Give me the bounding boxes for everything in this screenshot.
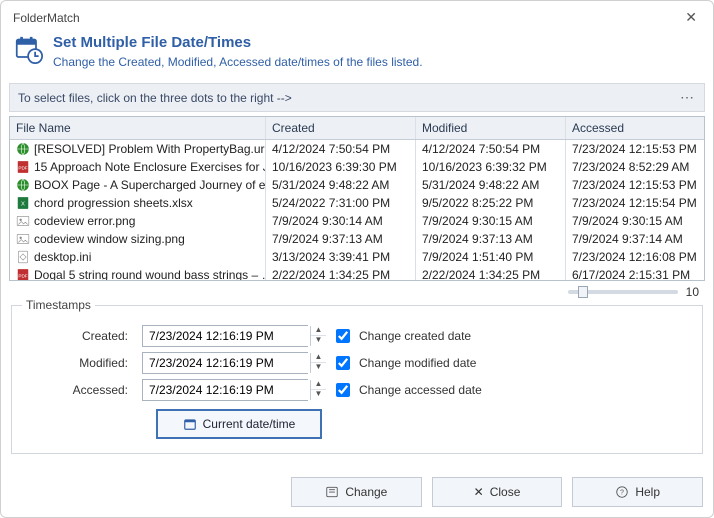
created-input[interactable] xyxy=(143,326,310,346)
svg-text:?: ? xyxy=(620,489,624,496)
edit-icon xyxy=(325,485,339,499)
col-modified[interactable]: Modified xyxy=(416,117,566,139)
grid-header: File Name Created Modified Accessed xyxy=(10,117,704,140)
chk-modified[interactable] xyxy=(336,356,350,370)
file-accessed: 6/17/2024 2:15:31 PM xyxy=(566,266,704,280)
change-label: Change xyxy=(345,485,387,499)
table-row[interactable]: PDF 15 Approach Note Enclosure Exercises … xyxy=(10,158,704,176)
file-name: codeview window sizing.png xyxy=(34,232,185,246)
page-title: Set Multiple File Date/Times xyxy=(53,34,423,51)
svg-text:X: X xyxy=(21,201,25,207)
file-name: codeview error.png xyxy=(34,214,135,228)
pdf-icon: PDF xyxy=(16,160,30,174)
ini-icon xyxy=(16,250,30,264)
file-name: [RESOLVED] Problem With PropertyBag.url xyxy=(34,142,266,156)
url-icon xyxy=(16,178,30,192)
file-name: 15 Approach Note Enclosure Exercises for… xyxy=(34,160,266,174)
table-row[interactable]: BOOX Page - A Supercharged Journey of e…… xyxy=(10,176,704,194)
file-name: Dogal 5 string round wound bass strings … xyxy=(34,268,266,280)
chk-accessed-label: Change accessed date xyxy=(359,383,482,397)
file-grid: File Name Created Modified Accessed [RES… xyxy=(9,116,705,281)
calendar-icon xyxy=(183,417,197,431)
file-created: 5/24/2022 7:31:00 PM xyxy=(266,194,416,212)
table-row[interactable]: PDF Dogal 5 string round wound bass strin… xyxy=(10,266,704,280)
file-name: chord progression sheets.xlsx xyxy=(34,196,193,210)
modified-label: Modified: xyxy=(26,356,142,370)
close-icon[interactable]: ✕ xyxy=(679,7,703,28)
x-icon: ✕ xyxy=(474,485,484,499)
file-accessed: 7/9/2024 9:37:14 AM xyxy=(566,230,704,248)
help-label: Help xyxy=(635,485,660,499)
page-subtitle: Change the Created, Modified, Accessed d… xyxy=(53,55,423,69)
modified-input[interactable] xyxy=(143,353,310,373)
file-name: desktop.ini xyxy=(34,250,91,264)
current-datetime-label: Current date/time xyxy=(203,417,296,431)
table-row[interactable]: codeview error.png7/9/2024 9:30:14 AM7/9… xyxy=(10,212,704,230)
help-icon: ? xyxy=(615,485,629,499)
select-files-hint: To select files, click on the three dots… xyxy=(18,91,292,105)
file-created: 5/31/2024 9:48:22 AM xyxy=(266,176,416,194)
file-created: 3/13/2024 3:39:41 PM xyxy=(266,248,416,266)
file-created: 4/12/2024 7:50:54 PM xyxy=(266,140,416,158)
chk-created-label: Change created date xyxy=(359,329,471,343)
pdf-icon: PDF xyxy=(16,268,30,280)
file-name: BOOX Page - A Supercharged Journey of e… xyxy=(34,178,266,192)
file-modified: 4/12/2024 7:50:54 PM xyxy=(416,140,566,158)
file-modified: 10/16/2023 6:39:32 PM xyxy=(416,158,566,176)
file-modified: 9/5/2022 8:25:22 PM xyxy=(416,194,566,212)
col-created[interactable]: Created xyxy=(266,117,416,139)
zoom-value: 10 xyxy=(686,285,699,299)
svg-text:PDF: PDF xyxy=(18,273,27,278)
change-button[interactable]: Change xyxy=(291,477,422,507)
created-datetime[interactable]: ▲▼ xyxy=(142,325,308,347)
created-label: Created: xyxy=(26,329,142,343)
table-row[interactable]: Xchord progression sheets.xlsx 5/24/2022 … xyxy=(10,194,704,212)
select-files-button[interactable]: ⋯ xyxy=(680,89,696,106)
file-accessed: 7/23/2024 12:15:54 PM xyxy=(566,194,704,212)
close-button[interactable]: ✕ Close xyxy=(432,477,563,507)
file-modified: 7/9/2024 1:51:40 PM xyxy=(416,248,566,266)
spin-down-icon[interactable]: ▼ xyxy=(311,336,326,346)
file-accessed: 7/23/2024 12:15:53 PM xyxy=(566,140,704,158)
chk-created[interactable] xyxy=(336,329,350,343)
file-created: 2/22/2024 1:34:25 PM xyxy=(266,266,416,280)
calendar-clock-icon xyxy=(15,36,43,64)
file-accessed: 7/9/2024 9:30:15 AM xyxy=(566,212,704,230)
url-icon xyxy=(16,142,30,156)
file-created: 7/9/2024 9:37:13 AM xyxy=(266,230,416,248)
col-filename[interactable]: File Name xyxy=(10,117,266,139)
file-created: 10/16/2023 6:39:30 PM xyxy=(266,158,416,176)
chk-modified-label: Change modified date xyxy=(359,356,476,370)
file-modified: 7/9/2024 9:30:15 AM xyxy=(416,212,566,230)
image-icon xyxy=(16,232,30,246)
table-row[interactable]: codeview window sizing.png 7/9/2024 9:37:… xyxy=(10,230,704,248)
help-button[interactable]: ? Help xyxy=(572,477,703,507)
file-accessed: 7/23/2024 12:15:53 PM xyxy=(566,176,704,194)
accessed-label: Accessed: xyxy=(26,383,142,397)
accessed-datetime[interactable]: ▲▼ xyxy=(142,379,308,401)
file-modified: 5/31/2024 9:48:22 AM xyxy=(416,176,566,194)
file-modified: 2/22/2024 1:34:25 PM xyxy=(416,266,566,280)
table-row[interactable]: desktop.ini 3/13/2024 3:39:41 PM7/9/2024 … xyxy=(10,248,704,266)
file-accessed: 7/23/2024 8:52:29 AM xyxy=(566,158,704,176)
spin-down-icon[interactable]: ▼ xyxy=(311,390,326,400)
group-legend: Timestamps xyxy=(22,298,95,312)
modified-datetime[interactable]: ▲▼ xyxy=(142,352,308,374)
accessed-input[interactable] xyxy=(143,380,310,400)
chk-accessed[interactable] xyxy=(336,383,350,397)
file-created: 7/9/2024 9:30:14 AM xyxy=(266,212,416,230)
zoom-slider[interactable] xyxy=(568,290,678,294)
file-modified: 7/9/2024 9:37:13 AM xyxy=(416,230,566,248)
table-row[interactable]: [RESOLVED] Problem With PropertyBag.url4… xyxy=(10,140,704,158)
col-accessed[interactable]: Accessed xyxy=(566,117,704,139)
current-datetime-button[interactable]: Current date/time xyxy=(156,409,322,439)
svg-text:PDF: PDF xyxy=(18,165,27,170)
xlsx-icon: X xyxy=(16,196,30,210)
image-icon xyxy=(16,214,30,228)
close-label: Close xyxy=(490,485,521,499)
timestamps-group: Timestamps Created: ▲▼ Change created da… xyxy=(11,305,703,454)
file-accessed: 7/23/2024 12:16:08 PM xyxy=(566,248,704,266)
app-title: FolderMatch xyxy=(13,11,80,25)
spin-down-icon[interactable]: ▼ xyxy=(311,363,326,373)
